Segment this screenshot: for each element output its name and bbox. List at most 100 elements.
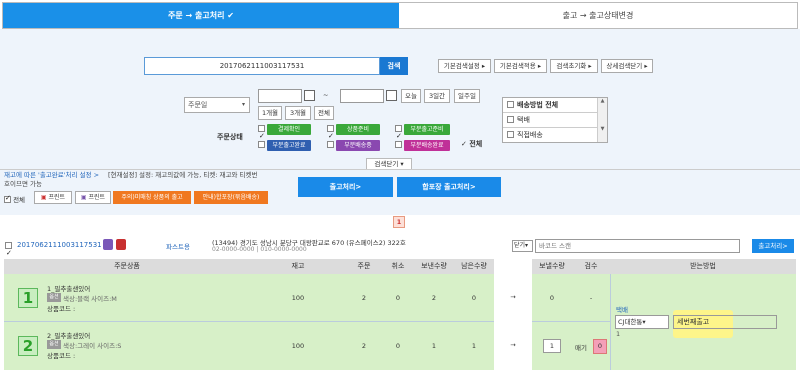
remain-qty: 1 [471, 342, 477, 350]
preset-default-setting-button[interactable]: 기본검색설정 ▸ [438, 59, 491, 73]
scroll-up-icon[interactable]: ▲ [598, 98, 607, 104]
order-status-label: 주문상태 [217, 133, 243, 141]
current-setting-text-2: 호이므면 가능 [4, 180, 42, 188]
date-1month-button[interactable]: 1개월 [258, 106, 282, 120]
scrollbar[interactable]: ▲ ▼ [597, 98, 607, 142]
date-end-input[interactable] [340, 89, 384, 103]
combined-ship-button[interactable]: 합포장 출고처리> [397, 177, 501, 197]
shipping-all-option[interactable]: 배송방법 전체 [503, 98, 597, 113]
status-all-label: 전체 [469, 140, 483, 148]
send-qty: 0 [549, 294, 555, 302]
status-checkbox[interactable] [327, 125, 334, 132]
status-badge: 부분배송중 [336, 140, 380, 151]
method-label: 택배 [616, 306, 628, 314]
printer-icon: ▣ [40, 194, 49, 201]
date-today-button[interactable]: 오늘 [401, 89, 421, 103]
tab-bar: 주문 → 출고처리 ✔ 출고 → 출고상태변경 [2, 2, 798, 29]
stock-value: 100 [291, 342, 305, 350]
tab-ship-status-change[interactable]: 출고 → 출고상태변경 [399, 3, 797, 28]
col-header-remain: 남은수량 [454, 259, 494, 274]
print-button-1[interactable]: ▣ 프린트 [34, 191, 72, 204]
option-tag: 옵션 [47, 293, 61, 302]
date-start-input[interactable] [258, 89, 302, 103]
unmatched-notice-button[interactable]: 주의)미매칭 상품의 출고 [113, 191, 191, 204]
status-checkbox[interactable] [258, 141, 265, 148]
shipping-method-list[interactable]: 배송방법 전체 택배 직접배송 ▲ ▼ [502, 97, 608, 143]
option-tag: 옵션 [47, 340, 61, 349]
tab-order-to-ship[interactable]: 주문 → 출고처리 ✔ [3, 3, 399, 28]
send-qty-input[interactable]: 1 [543, 339, 561, 353]
ship-process-button[interactable]: 출고처리> [298, 177, 393, 197]
row-index: 2 [18, 336, 38, 356]
stock-value: 100 [291, 294, 305, 302]
status-checkbox[interactable] [395, 141, 402, 148]
status-checkbox[interactable] [395, 125, 402, 132]
scroll-down-icon[interactable]: ▼ [598, 126, 607, 132]
date-separator: ~ [323, 91, 329, 99]
select-all-toggle[interactable]: 전체 [4, 194, 25, 204]
col-header-method: 받는방법 [610, 259, 796, 274]
print-button-2[interactable]: ▣ 프린트 [75, 191, 111, 204]
status-badge: 부분출고완료 [267, 140, 311, 151]
date-3days-button[interactable]: 3일간 [424, 89, 450, 103]
sent-qty: 1 [431, 342, 437, 350]
col-header-stock: 재고 [250, 259, 346, 274]
print-icon[interactable] [116, 239, 126, 250]
check-count: 0 [593, 339, 607, 354]
print-label: 프린트 [88, 194, 106, 201]
shipping-all-label: 배송방법 전체 [517, 101, 559, 109]
search-button[interactable]: 검색 [380, 57, 408, 75]
tracking-number-input[interactable]: 세번째출고 [673, 315, 777, 329]
search-input[interactable]: 2017062111003117531 [144, 57, 380, 75]
order-number-link[interactable]: 2017062111003117531 [17, 241, 102, 249]
recipient-name[interactable]: 파스트용 [166, 241, 190, 251]
product-option: 색상:블랙 사이즈:M [63, 295, 117, 303]
barcode-scan-input[interactable]: 바코드 스캔 [535, 239, 740, 253]
product-code: 상품코드 : [47, 352, 76, 360]
status-badge: 결제확인 [267, 124, 311, 135]
combined-guide-button[interactable]: 안내)합포장(묶음배송) [194, 191, 268, 204]
sent-qty: 2 [431, 294, 437, 302]
status-checkbox[interactable] [258, 125, 265, 132]
arrow-right-icon: → [510, 293, 516, 301]
order-qty: 2 [361, 294, 367, 302]
product-name: 1_필추출샌있어 [47, 285, 91, 293]
barcode-mode-select[interactable]: 닫기▾ [512, 240, 533, 252]
preset-close-detail-button[interactable]: 상세검색닫기 ▸ [601, 59, 653, 73]
printer-icon[interactable] [103, 239, 113, 250]
page-number[interactable]: 1 [393, 216, 405, 228]
status-all-toggle[interactable]: ✓ 전체 [461, 139, 482, 149]
calendar-icon[interactable] [304, 90, 315, 101]
print-label: 프린트 [48, 194, 66, 201]
barcode-mode-value: 닫기 [514, 242, 526, 249]
date-week-button[interactable]: 일주일 [454, 89, 480, 103]
date-all-button[interactable]: 전체 [314, 106, 334, 120]
select-all-label: 전체 [13, 196, 26, 204]
check-value: - [589, 294, 593, 302]
checkbox[interactable] [507, 101, 514, 108]
checkbox[interactable] [4, 196, 11, 203]
shipping-option-direct[interactable]: 직접배송 [503, 128, 597, 143]
order-checkbox[interactable] [5, 242, 12, 249]
carrier-select[interactable]: CJ대한통▾ [615, 315, 669, 329]
preset-default-apply-button[interactable]: 기본검색적용 ▸ [494, 59, 547, 73]
order-ship-button[interactable]: 출고처리> [752, 239, 794, 253]
product-option: 색상:그레이 사이즈:S [63, 342, 122, 350]
status-checkbox[interactable] [327, 141, 334, 148]
status-badge: 부분배송완료 [404, 140, 450, 151]
calendar-icon[interactable] [386, 90, 397, 101]
shipping-option-parcel[interactable]: 택배 [503, 113, 597, 128]
check-label: 매기 [575, 344, 587, 352]
product-name: 2_필추출샌있어 [47, 332, 91, 340]
date-3month-button[interactable]: 3개월 [285, 106, 311, 120]
col-header-check: 검수 [572, 259, 610, 274]
product-code: 상품코드 : [47, 305, 76, 313]
col-header-sent: 보낸수량 [414, 259, 454, 274]
preset-reset-button[interactable]: 검색초기화 ▸ [550, 59, 598, 73]
date-type-select[interactable]: 주문일 ▾ [184, 97, 250, 113]
cancel-qty: 0 [395, 342, 401, 350]
checkbox[interactable] [507, 116, 514, 123]
checkbox[interactable] [507, 131, 514, 138]
current-setting-text: [현재설정] 설정: 재고의값에 가능, 티켓: 재고와 티켓번 [108, 171, 258, 179]
col-header-order: 주문 [346, 259, 382, 274]
